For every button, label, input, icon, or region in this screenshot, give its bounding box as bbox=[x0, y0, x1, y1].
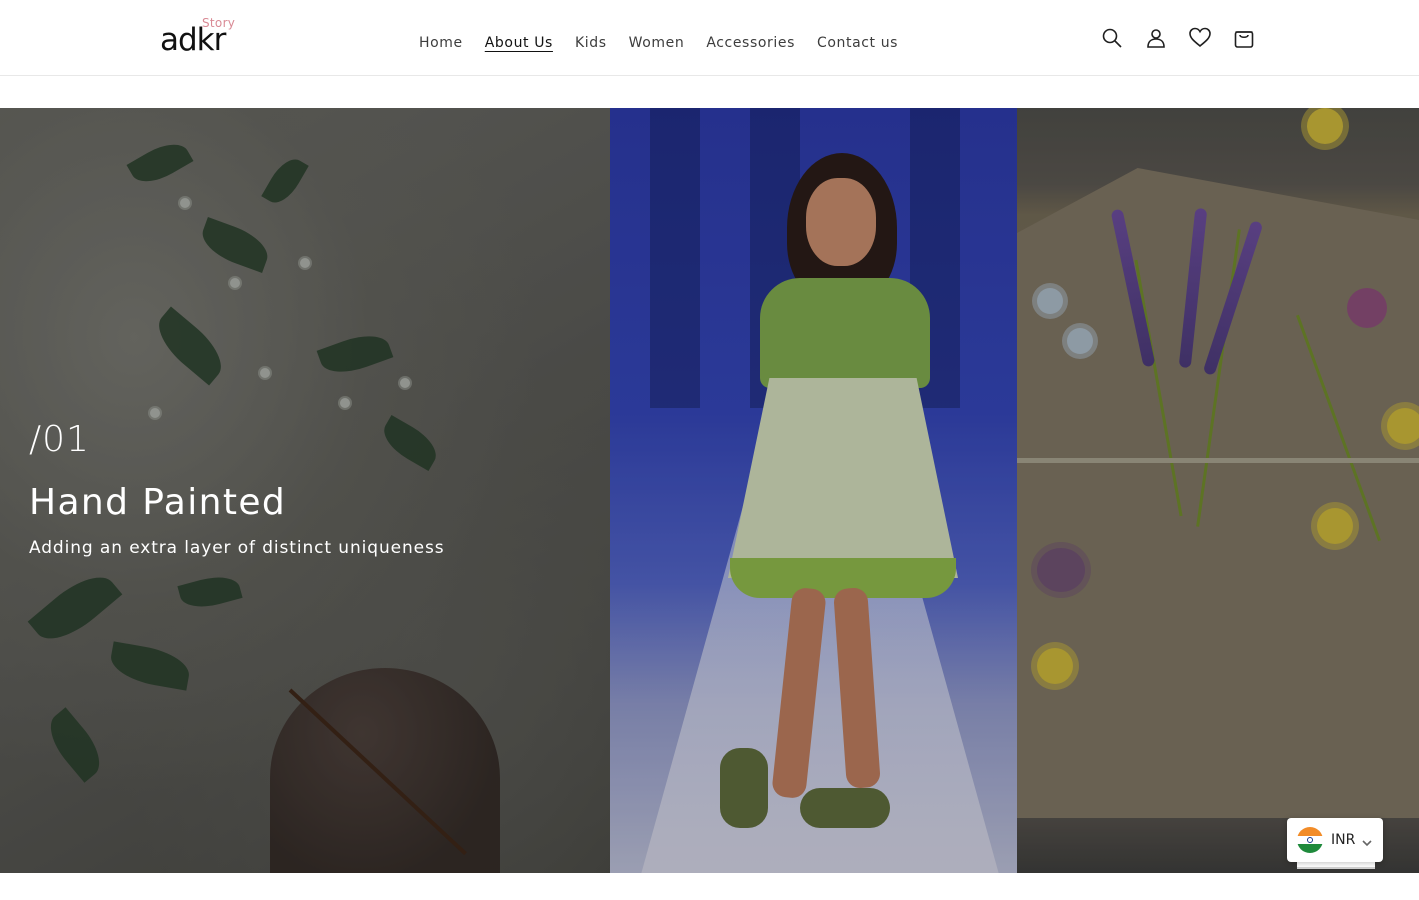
kids-runway-image bbox=[610, 108, 1017, 873]
slide-caption: /01 Hand Painted Adding an extra layer o… bbox=[29, 418, 445, 560]
account-button[interactable] bbox=[1140, 20, 1172, 56]
currency-underline bbox=[1297, 862, 1375, 869]
cart-bag-icon bbox=[1234, 31, 1254, 48]
slide-title: Hand Painted bbox=[29, 482, 287, 523]
nav-home[interactable]: Home bbox=[408, 30, 474, 56]
nav-contact-us[interactable]: Contact us bbox=[806, 30, 909, 56]
india-flag-icon bbox=[1297, 827, 1323, 853]
main-navigation: Home About Us Kids Women Accessories Con… bbox=[408, 30, 909, 56]
nav-accessories[interactable]: Accessories bbox=[695, 30, 806, 56]
brand-logo[interactable]: Story adkr bbox=[158, 14, 244, 58]
currency-code: INR bbox=[1331, 832, 1356, 848]
hand-painted-embroidery-image: /01 Hand Painted Adding an extra layer o… bbox=[0, 108, 610, 873]
nav-women[interactable]: Women bbox=[618, 30, 696, 56]
wishlist-heart-icon bbox=[1189, 27, 1211, 48]
header-icons bbox=[1096, 20, 1260, 56]
cart-button[interactable] bbox=[1228, 20, 1260, 56]
painted-floral-wrap-image bbox=[1017, 108, 1419, 873]
account-icon bbox=[1147, 29, 1165, 48]
chevron-down-icon bbox=[1361, 834, 1373, 847]
currency-selector[interactable]: INR bbox=[1287, 818, 1383, 862]
logo-brand-text: adkr bbox=[160, 22, 226, 58]
slide-number: /01 bbox=[29, 419, 90, 460]
nav-about-us[interactable]: About Us bbox=[474, 30, 564, 56]
site-header: Story adkr Home About Us Kids Women Acce… bbox=[0, 0, 1419, 76]
search-icon bbox=[1102, 28, 1122, 48]
slide-subtitle: Adding an extra layer of distinct unique… bbox=[29, 538, 445, 558]
nav-kids[interactable]: Kids bbox=[564, 30, 618, 56]
wishlist-button[interactable] bbox=[1184, 20, 1216, 56]
hero-slideshow[interactable]: /01 Hand Painted Adding an extra layer o… bbox=[0, 108, 1419, 873]
search-button[interactable] bbox=[1096, 20, 1128, 56]
